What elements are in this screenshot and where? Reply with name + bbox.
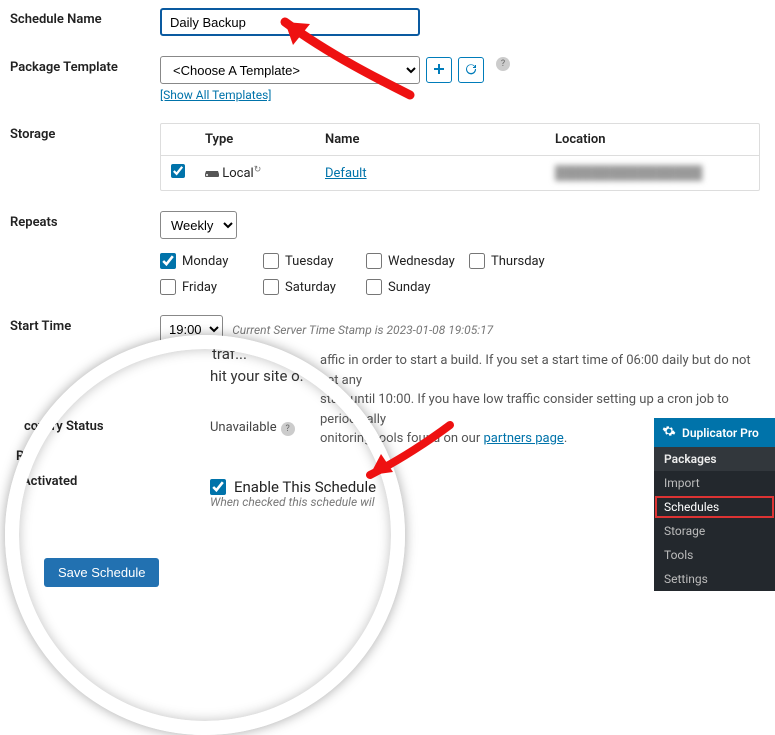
- show-all-templates-link[interactable]: [Show All Templates]: [160, 88, 271, 102]
- day-label: Tuesday: [285, 254, 333, 269]
- panel-section: Packages: [654, 447, 775, 471]
- storage-col-name: Name: [325, 132, 555, 147]
- day-saturday-checkbox[interactable]: [263, 279, 279, 295]
- enable-schedule-checkbox[interactable]: [210, 479, 226, 495]
- gear-icon: [662, 424, 676, 441]
- storage-row-checkbox[interactable]: [171, 164, 185, 178]
- day-label: Thursday: [491, 254, 545, 269]
- day-label: Saturday: [285, 280, 336, 295]
- add-template-button[interactable]: [426, 57, 452, 83]
- help-icon[interactable]: ?: [496, 57, 510, 71]
- package-template-label: Package Template: [10, 56, 160, 75]
- save-schedule-button[interactable]: Save Schedule: [44, 558, 159, 587]
- recovery-prefix: R: [16, 449, 24, 464]
- plus-icon: [433, 63, 445, 78]
- day-friday-checkbox[interactable]: [160, 279, 176, 295]
- storage-col-type: Type: [205, 132, 325, 147]
- enable-schedule-label: Enable This Schedule: [234, 478, 376, 496]
- schedule-name-label: Schedule Name: [10, 8, 160, 27]
- refresh-icon: [465, 63, 477, 78]
- panel-item-settings[interactable]: Settings: [654, 567, 775, 591]
- panel-item-schedules[interactable]: Schedules: [654, 495, 775, 519]
- drive-icon: [205, 166, 222, 181]
- partners-page-link[interactable]: partners page: [483, 431, 563, 446]
- storage-location-value: ████████████████: [555, 165, 749, 181]
- fragment-text: hit your site o.: [210, 367, 304, 385]
- note-text: affic in order to start a build. If you …: [320, 353, 751, 388]
- recovery-status-value: Unavailable?: [210, 420, 295, 436]
- panel-item-tools[interactable]: Tools: [654, 543, 775, 567]
- storage-table: Type Name Location Local↻ Default ██████…: [160, 123, 760, 191]
- start-time-label: Start Time: [10, 315, 160, 334]
- storage-label: Storage: [10, 123, 160, 142]
- day-monday-checkbox[interactable]: [160, 253, 176, 269]
- note-text: onitoring tools found on our: [320, 431, 483, 446]
- day-sunday-checkbox[interactable]: [366, 279, 382, 295]
- repeats-label: Repeats: [10, 211, 160, 230]
- storage-type-label: Local: [222, 166, 253, 181]
- fragment-text: traf...: [212, 345, 247, 363]
- refresh-template-button[interactable]: [458, 57, 484, 83]
- refresh-sup-icon: ↻: [254, 165, 262, 175]
- day-label: Wednesday: [388, 254, 455, 269]
- start-time-select[interactable]: 19:00: [160, 315, 223, 343]
- storage-col-location: Location: [555, 132, 749, 147]
- panel-item-import[interactable]: Import: [654, 471, 775, 495]
- activated-label: Activated: [22, 474, 77, 489]
- panel-header[interactable]: Duplicator Pro: [654, 418, 775, 447]
- panel-title: Duplicator Pro: [682, 426, 759, 440]
- schedule-name-input[interactable]: [160, 8, 420, 36]
- package-template-select[interactable]: <Choose A Template>: [160, 56, 420, 84]
- server-time-hint: Current Server Time Stamp is 2023-01-08 …: [232, 323, 493, 337]
- day-wednesday-checkbox[interactable]: [366, 253, 382, 269]
- day-label: Sunday: [388, 280, 431, 295]
- recovery-status-label: covery Status: [24, 419, 104, 434]
- enable-schedule-hint: When checked this schedule wil: [210, 495, 375, 509]
- duplicator-pro-panel: Duplicator Pro Packages Import Schedules…: [654, 418, 775, 591]
- day-label: Friday: [182, 280, 217, 295]
- panel-item-storage[interactable]: Storage: [654, 519, 775, 543]
- day-tuesday-checkbox[interactable]: [263, 253, 279, 269]
- help-icon[interactable]: ?: [281, 422, 295, 436]
- day-label: Monday: [182, 254, 228, 269]
- storage-name-link[interactable]: Default: [325, 166, 367, 181]
- table-row: Local↻ Default ████████████████: [161, 156, 759, 190]
- day-thursday-checkbox[interactable]: [469, 253, 485, 269]
- repeats-select[interactable]: Weekly: [160, 211, 237, 239]
